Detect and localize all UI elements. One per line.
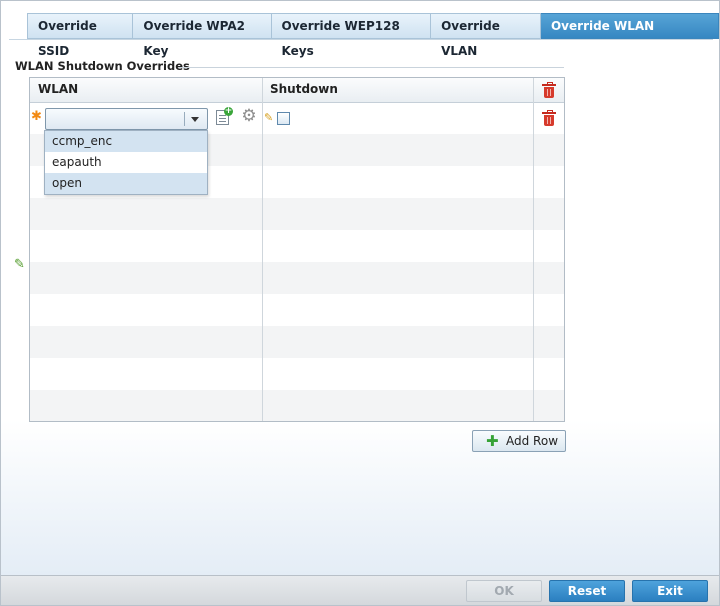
table-row (30, 390, 564, 421)
column-divider (262, 78, 263, 421)
wlan-option-eapauth[interactable]: eapauth (45, 152, 207, 173)
table-row (30, 230, 564, 262)
table-row (30, 198, 564, 230)
section-divider (179, 67, 564, 68)
table-row (30, 326, 564, 358)
gear-icon[interactable]: ⚙ (241, 108, 257, 125)
add-row-button[interactable]: ✚ Add Row (472, 430, 566, 452)
column-header-wlan[interactable]: WLAN (38, 78, 78, 102)
column-header-shutdown[interactable]: Shutdown (270, 78, 338, 102)
exit-button[interactable]: Exit (632, 580, 708, 602)
table-header: WLAN Shutdown (30, 78, 564, 103)
chevron-down-icon[interactable] (191, 117, 199, 122)
pencil-icon: ✎ (264, 111, 274, 124)
plus-icon: ✚ (486, 432, 499, 450)
tab-override-ssid[interactable]: Override SSID (27, 13, 134, 58)
dropdown-separator (184, 112, 185, 126)
tab-override-wpa2-key[interactable]: Override WPA2 Key (133, 13, 272, 58)
wlan-option-ccmp-enc[interactable]: ccmp_enc (45, 131, 207, 152)
add-row-label: Add Row (506, 434, 559, 448)
table-row (30, 294, 564, 326)
required-asterisk-icon: ✱ (31, 109, 42, 124)
section-title: WLAN Shutdown Overrides (15, 59, 198, 73)
delete-row-trash-icon[interactable] (542, 110, 556, 126)
tab-divider (9, 39, 713, 40)
create-new-icon[interactable]: + (216, 107, 233, 125)
tab-override-wep128-keys[interactable]: Override WEP128 Keys (271, 13, 432, 58)
wlan-option-open[interactable]: open (45, 173, 207, 194)
ok-button[interactable]: OK (466, 580, 542, 602)
column-divider (533, 78, 534, 421)
wlan-dropdown-list: ccmp_enc eapauth open (44, 130, 208, 195)
table-row (30, 358, 564, 390)
tab-override-wlan-shutdown[interactable]: Override WLAN Shutdown (540, 13, 720, 58)
tab-override-vlan[interactable]: Override VLAN (431, 13, 541, 58)
wlan-select[interactable] (45, 108, 208, 130)
reset-button[interactable]: Reset (549, 580, 625, 602)
edit-pencil-icon: ✎ (14, 257, 25, 272)
table-row (30, 262, 564, 294)
tab-bar: Override SSID Override WPA2 Key Override… (27, 13, 720, 58)
footer-bar: OK Reset Exit (1, 575, 719, 605)
shutdown-checkbox[interactable] (277, 112, 290, 125)
delete-all-trash-icon[interactable] (542, 82, 556, 98)
